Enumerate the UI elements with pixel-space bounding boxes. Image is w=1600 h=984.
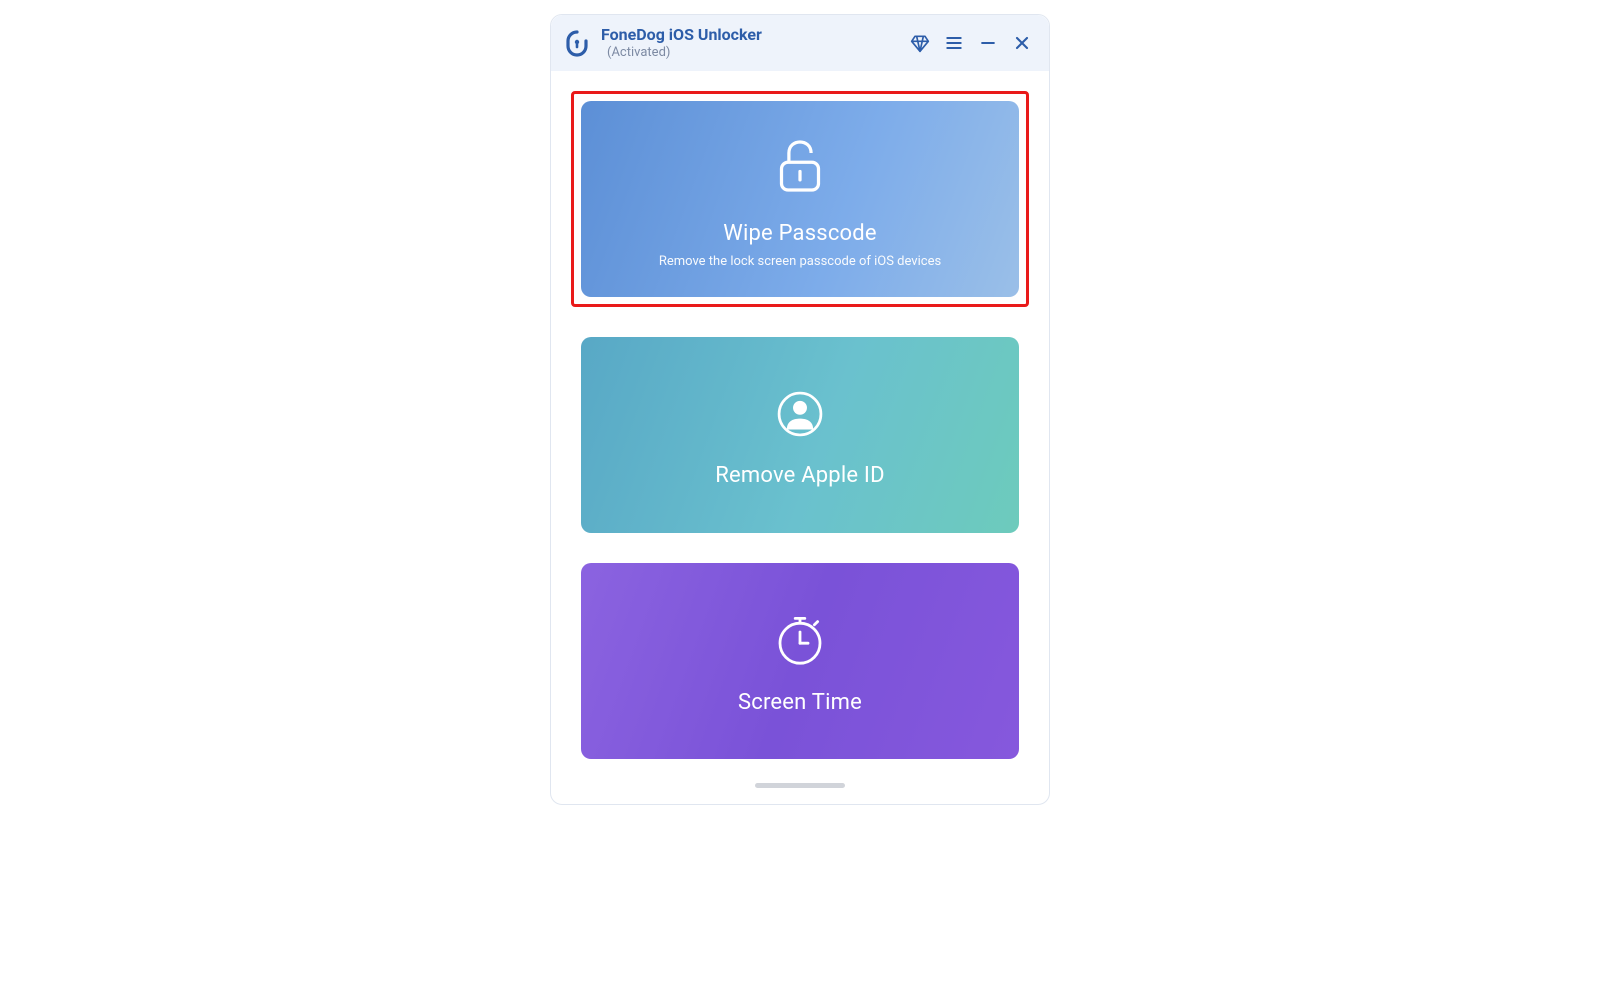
main-content: Wipe Passcode Remove the lock screen pas… [551, 71, 1049, 783]
highlight-box: Wipe Passcode Remove the lock screen pas… [571, 91, 1029, 307]
person-icon [769, 383, 831, 449]
gem-icon[interactable] [909, 32, 931, 54]
wipe-title: Wipe Passcode [723, 221, 877, 246]
wipe-passcode-card[interactable]: Wipe Passcode Remove the lock screen pas… [581, 101, 1019, 297]
close-button[interactable] [1011, 32, 1033, 54]
app-window: FoneDog iOS Unlocker (Activated) [550, 14, 1050, 805]
bottom-handle-area [551, 783, 1049, 804]
screen-time-card[interactable]: Screen Time [581, 563, 1019, 759]
screen-title: Screen Time [738, 690, 862, 715]
stopwatch-icon [768, 608, 832, 676]
title-text: FoneDog iOS Unlocker (Activated) [601, 25, 899, 61]
remove-title: Remove Apple ID [715, 463, 885, 488]
wipe-subtitle: Remove the lock screen passcode of iOS d… [659, 254, 941, 269]
drag-handle[interactable] [755, 783, 845, 788]
app-logo-icon [563, 29, 591, 57]
app-title: FoneDog iOS Unlocker [601, 25, 899, 45]
remove-apple-id-card[interactable]: Remove Apple ID [581, 337, 1019, 533]
titlebar: FoneDog iOS Unlocker (Activated) [551, 15, 1049, 71]
app-status: (Activated) [607, 45, 899, 61]
menu-icon[interactable] [943, 32, 965, 54]
titlebar-controls [909, 32, 1033, 54]
minimize-button[interactable] [977, 32, 999, 54]
lock-icon [763, 129, 837, 207]
